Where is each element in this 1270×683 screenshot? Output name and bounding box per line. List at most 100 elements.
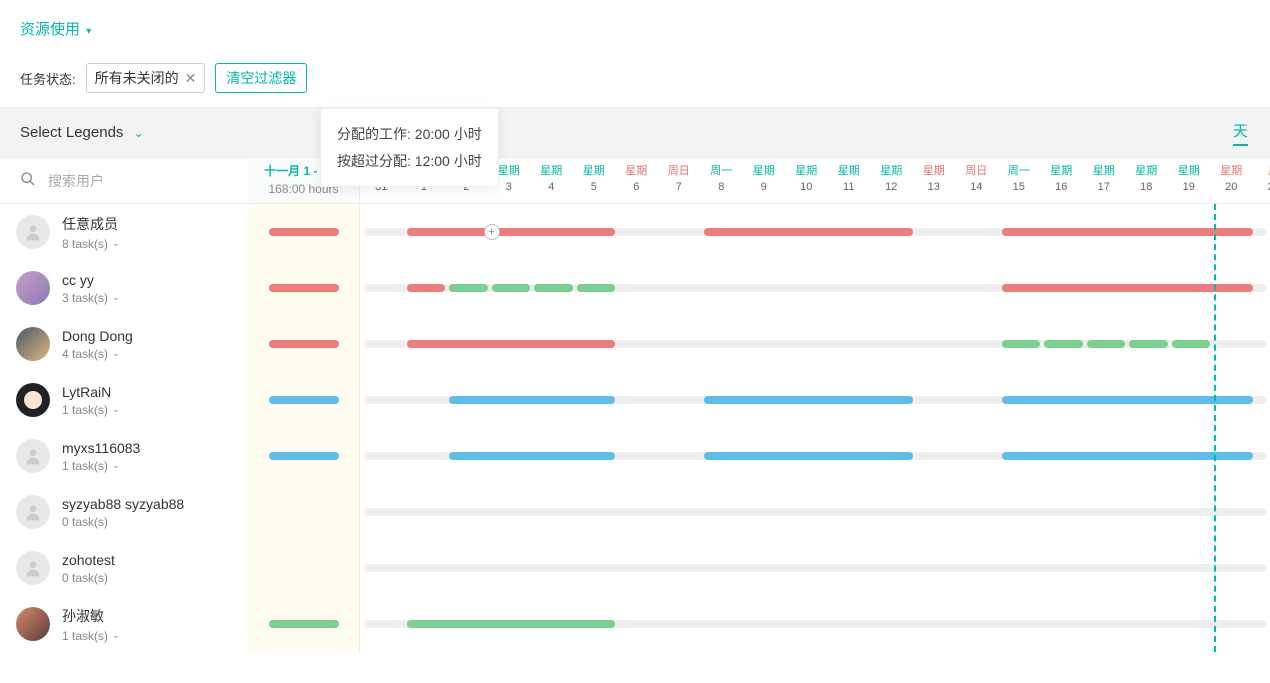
tooltip-line2: 按超过分配: 12:00 小时 (337, 148, 482, 175)
day-column-header[interactable]: 星期18 (1125, 158, 1168, 203)
allocation-segment[interactable] (407, 284, 446, 292)
allocation-segment[interactable] (704, 452, 913, 460)
allocation-segment[interactable] (1002, 340, 1041, 348)
day-column-header[interactable]: 星期4 (530, 158, 573, 203)
user-row[interactable]: 任意成员 8 task(s)⌄ (0, 204, 248, 260)
user-row[interactable]: syzyab88 syzyab88 0 task(s) (0, 484, 248, 540)
timeline-lane[interactable] (364, 508, 1266, 516)
add-allocation-button[interactable]: + (484, 224, 500, 240)
timeline-lane[interactable] (364, 340, 1266, 348)
day-column-header[interactable]: 星期5 (573, 158, 616, 203)
timeline-lane[interactable] (364, 564, 1266, 572)
day-column-header[interactable]: 周一15 (998, 158, 1041, 203)
day-column-header[interactable]: 星期9 (743, 158, 786, 203)
allocation-segment[interactable] (449, 284, 488, 292)
day-column-header[interactable]: 周21 (1253, 158, 1270, 203)
view-tab-day[interactable]: 天 (1233, 123, 1248, 146)
day-number: 16 (1040, 181, 1083, 193)
legends-label: Select Legends (20, 124, 123, 141)
allocation-segment[interactable] (449, 396, 615, 404)
day-number: 17 (1083, 181, 1126, 193)
user-row[interactable]: cc yy3 task(s)⌄ (0, 260, 248, 316)
allocation-segment[interactable] (1087, 340, 1126, 348)
day-column-header[interactable]: 星期6 (615, 158, 658, 203)
select-legends-dropdown[interactable]: Select Legends ⌄ (0, 108, 248, 157)
day-number: 21 (1253, 181, 1270, 193)
user-task-count[interactable]: 1 task(s)⌄ (62, 459, 140, 473)
day-column-header[interactable]: 星期16 (1040, 158, 1083, 203)
weekday-label: 星期 (913, 162, 956, 178)
day-column-header[interactable]: 周日14 (955, 158, 998, 203)
summary-bar (269, 340, 339, 348)
timeline-row (248, 596, 1270, 652)
user-task-count[interactable]: 1 task(s)⌄ (62, 629, 120, 643)
timeline-lane[interactable] (364, 620, 1266, 628)
user-task-count[interactable]: 8 task(s)⌄ (62, 237, 120, 251)
allocation-segment[interactable] (407, 228, 616, 236)
summary-cell (248, 484, 360, 540)
weekday-label: 周一 (998, 162, 1041, 178)
summary-bar (269, 284, 339, 292)
allocation-segment[interactable] (407, 620, 616, 628)
summary-bar (269, 396, 339, 404)
day-number: 12 (870, 181, 913, 193)
allocation-segment[interactable] (407, 340, 616, 348)
day-column-header[interactable]: 周一8 (700, 158, 743, 203)
chevron-down-icon: ⌄ (112, 238, 120, 249)
user-row[interactable]: zohotest0 task(s) (0, 540, 248, 596)
status-filter-text: 所有未关闭的 (95, 68, 179, 88)
day-column-header[interactable]: 星期 11 (828, 158, 871, 203)
day-column-header[interactable]: 星期13 (913, 158, 956, 203)
day-column-header[interactable]: 星期 12 (870, 158, 913, 203)
timeline-lane[interactable] (364, 396, 1266, 404)
timeline-lane[interactable] (364, 284, 1266, 292)
allocation-segment[interactable] (492, 284, 531, 292)
day-column-header[interactable]: 星期17 (1083, 158, 1126, 203)
allocation-segment[interactable] (1129, 340, 1168, 348)
user-task-count[interactable]: 3 task(s)⌄ (62, 291, 120, 305)
user-row[interactable]: 孙淑敏 1 task(s)⌄ (0, 596, 248, 652)
day-column-header[interactable]: 星期20 (1210, 158, 1253, 203)
status-filter-chip[interactable]: 所有未关闭的 ✕ (86, 63, 206, 93)
user-name: 任意成员 (62, 214, 120, 234)
clear-filter-button[interactable]: 清空过滤器 (215, 63, 307, 93)
user-row[interactable]: myxs1160831 task(s)⌄ (0, 428, 248, 484)
allocation-segment[interactable] (704, 396, 913, 404)
user-row[interactable]: LytRaiN1 task(s)⌄ (0, 372, 248, 428)
chevron-down-icon: ⌄ (112, 460, 120, 471)
day-column-header[interactable]: 周日7 (658, 158, 701, 203)
weekday-label: 星期 (1168, 162, 1211, 178)
user-name: syzyab88 syzyab88 (62, 496, 184, 512)
day-column-header[interactable]: 星期10 (785, 158, 828, 203)
chevron-down-icon: ⌄ (112, 292, 120, 303)
weekday-label: 星期 (1210, 162, 1253, 178)
summary-bar (269, 452, 339, 460)
allocation-segment[interactable] (1172, 340, 1211, 348)
user-task-count: 0 task(s) (62, 515, 184, 529)
user-name: 孙淑敏 (62, 606, 120, 626)
day-number: 11 (828, 181, 871, 193)
allocation-segment[interactable] (704, 228, 913, 236)
allocation-segment[interactable] (449, 452, 615, 460)
weekday-label: 星期 (870, 162, 913, 178)
timeline-lane[interactable] (364, 452, 1266, 460)
user-task-count[interactable]: 1 task(s)⌄ (62, 403, 120, 417)
day-column-header[interactable]: 星期19 (1168, 158, 1211, 203)
summary-bar (269, 620, 339, 628)
weekday-label: 周日 (658, 162, 701, 178)
timeline-row (248, 428, 1270, 484)
day-number: 4 (530, 181, 573, 193)
search-user-input[interactable] (48, 173, 198, 189)
timeline-row (248, 204, 1270, 260)
allocation-segment[interactable] (577, 284, 616, 292)
user-row[interactable]: Dong Dong4 task(s)⌄ (0, 316, 248, 372)
user-task-count: 0 task(s) (62, 571, 115, 585)
resource-usage-link[interactable]: 资源使用 ▾ (20, 21, 91, 38)
day-number: 18 (1125, 181, 1168, 193)
close-icon[interactable]: ✕ (185, 70, 197, 87)
allocation-segment[interactable] (1044, 340, 1083, 348)
user-task-count[interactable]: 4 task(s)⌄ (62, 347, 133, 361)
weekday-label: 星期 (828, 162, 871, 178)
allocation-segment[interactable] (534, 284, 573, 292)
avatar (16, 607, 50, 641)
